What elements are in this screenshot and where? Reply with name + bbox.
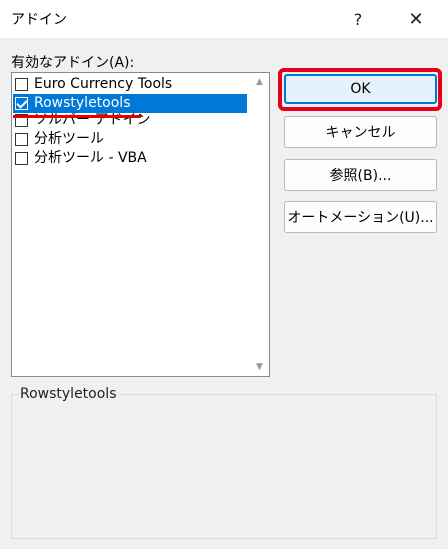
scroll-up-arrow-icon[interactable]: ▲ <box>256 77 263 87</box>
cancel-button[interactable]: キャンセル <box>284 116 437 148</box>
checkbox[interactable] <box>15 152 28 165</box>
list-item[interactable]: 分析ツール - VBA <box>13 149 247 168</box>
automation-button[interactable]: オートメーション(U)... <box>284 201 437 233</box>
description-title: Rowstyletools <box>19 386 118 402</box>
vertical-scrollbar[interactable]: ▲ ▼ <box>252 73 269 376</box>
checkbox[interactable] <box>15 78 28 91</box>
list-item[interactable]: Euro Currency Tools <box>13 75 247 94</box>
window-title: アドイン <box>11 12 67 28</box>
annotation-underline <box>13 115 141 118</box>
addins-list-label: 有効なアドイン(A): <box>11 55 135 71</box>
close-icon[interactable]: ✕ <box>394 4 438 34</box>
check-icon <box>16 97 28 109</box>
list-item[interactable]: ソルバー アドイン <box>13 111 247 130</box>
checkbox[interactable] <box>15 133 28 146</box>
list-item-label: Euro Currency Tools <box>34 76 173 92</box>
list-item[interactable]: 分析ツール <box>13 130 247 149</box>
ok-button[interactable]: OK <box>284 74 437 104</box>
description-group <box>11 394 437 539</box>
list-item-label: 分析ツール - VBA <box>34 150 147 166</box>
checkbox[interactable] <box>15 97 28 110</box>
list-item-label: 分析ツール <box>34 131 104 147</box>
help-icon[interactable]: ? <box>336 4 380 34</box>
list-item-label: ソルバー アドイン <box>34 112 151 128</box>
addins-list-items: Euro Currency Tools Rowstyletools ソルバー ア… <box>13 75 247 168</box>
scroll-down-arrow-icon[interactable]: ▼ <box>256 362 263 372</box>
addins-listbox[interactable]: Euro Currency Tools Rowstyletools ソルバー ア… <box>11 72 270 377</box>
browse-button[interactable]: 参照(B)... <box>284 159 437 191</box>
title-bar: アドイン ? ✕ <box>0 0 448 38</box>
